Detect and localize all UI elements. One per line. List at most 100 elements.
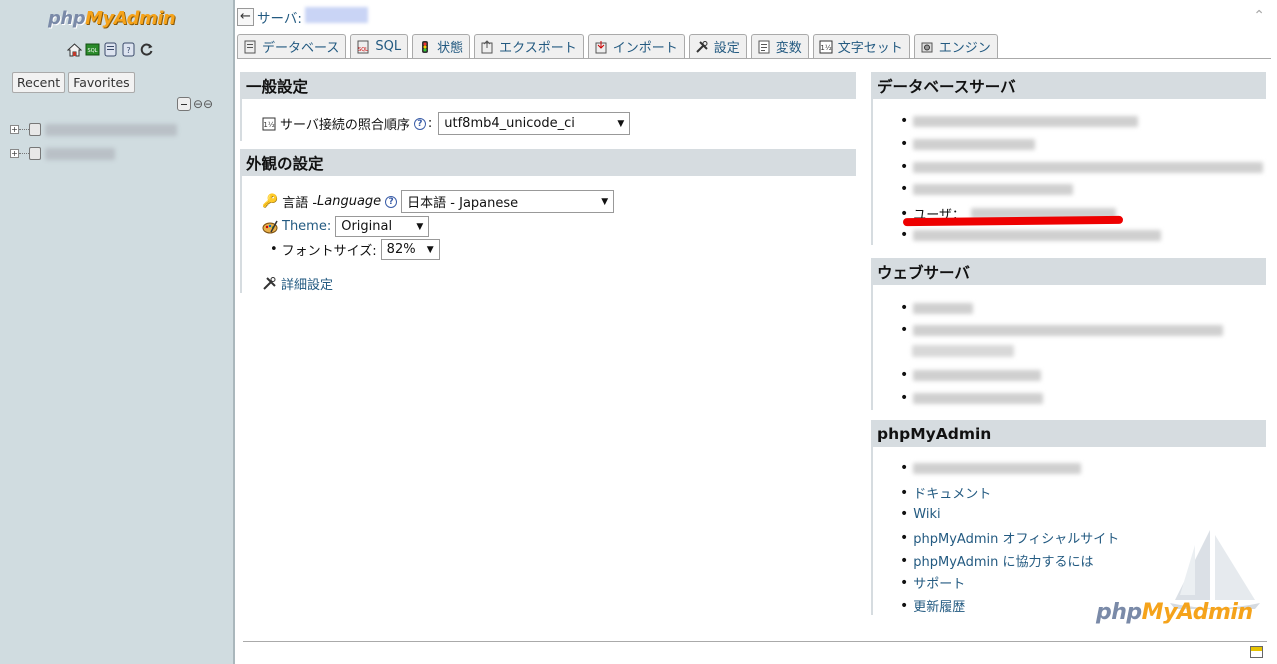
theme-row: Theme: Original ▼	[262, 216, 430, 237]
tree-item[interactable]: +	[10, 123, 177, 136]
list-item: ドキュメント	[900, 483, 991, 502]
database-icon	[29, 147, 41, 160]
server-name-redacted[interactable]	[305, 7, 368, 23]
changelog-link[interactable]: 更新履歴	[913, 596, 965, 615]
phpmyadmin-logo[interactable]: phpMyAdmin	[48, 8, 176, 29]
console-toggle-icon[interactable]	[1250, 646, 1263, 658]
phpmyadmin-footer-logo: phpMyAdmin	[1096, 600, 1253, 625]
fontsize-select[interactable]: 82% ▼	[380, 239, 440, 260]
more-settings-link[interactable]: 詳細設定	[281, 274, 333, 293]
fontsize-label: フォントサイズ:	[281, 244, 377, 259]
settings-icon	[695, 40, 709, 54]
reload-icon[interactable]	[139, 42, 154, 57]
list-item	[900, 460, 1082, 476]
tab-databases[interactable]: データベース	[237, 34, 347, 58]
dropdown-arrow-icon: ▼	[416, 221, 424, 232]
contribute-link[interactable]: phpMyAdmin に協力するには	[913, 551, 1093, 570]
tab-charsets[interactable]: 1½ 文字セット	[812, 34, 910, 58]
database-icon	[243, 40, 257, 54]
collation-select[interactable]: utf8mb4_unicode_ci ▼	[438, 112, 631, 135]
help-icon[interactable]: ?	[121, 42, 136, 57]
charset-icon: 1½	[262, 117, 276, 131]
list-item	[900, 322, 1224, 338]
database-name-redacted	[45, 123, 177, 136]
database-server-title: データベースサーバ	[871, 72, 1266, 99]
help-icon[interactable]: ?	[413, 117, 426, 130]
list-item: サポート	[900, 573, 965, 592]
list-item-continued	[912, 345, 1014, 361]
nav-icon-bar: SQL ?	[67, 42, 154, 57]
phpmyadmin-info-title: phpMyAdmin	[871, 420, 1266, 447]
svg-text:?: ?	[126, 46, 130, 55]
charset-icon: 1½	[819, 40, 833, 54]
expand-icon[interactable]: +	[10, 125, 19, 134]
list-item	[900, 300, 974, 316]
palette-icon	[262, 220, 278, 234]
documentation-link[interactable]: ドキュメント	[913, 483, 991, 502]
list-item: phpMyAdmin に協力するには	[900, 551, 1093, 570]
expand-icon[interactable]: +	[10, 149, 19, 158]
help-icon[interactable]: ?	[385, 195, 398, 208]
tab-engines[interactable]: エンジン	[913, 34, 998, 58]
tab-status[interactable]: 状態	[412, 34, 471, 58]
theme-select[interactable]: Original ▼	[335, 216, 430, 237]
official-site-link[interactable]: phpMyAdmin オフィシャルサイト	[913, 528, 1119, 547]
list-item: Wiki	[900, 506, 940, 522]
status-icon	[418, 40, 432, 54]
fontsize-row: • フォントサイズ: 82% ▼	[270, 239, 440, 260]
language-label: 言語 -	[282, 196, 318, 211]
svg-text:1½: 1½	[820, 44, 831, 52]
tree-item[interactable]: +	[10, 147, 115, 160]
tab-import[interactable]: インポート	[587, 34, 685, 58]
list-item	[900, 181, 1074, 197]
more-settings-row: 詳細設定	[262, 274, 333, 293]
appearance-settings-title: 外観の設定	[240, 149, 856, 176]
collation-row: 1½ サーバ接続の照合順序 ? : utf8mb4_unicode_ci ▼	[262, 112, 631, 135]
variables-icon	[757, 40, 771, 54]
tab-sql[interactable]: SQL SQL	[350, 34, 409, 58]
settings-icon	[262, 276, 277, 291]
red-highlight-mark	[902, 215, 1124, 227]
wiki-link[interactable]: Wiki	[913, 507, 940, 522]
dropdown-arrow-icon: ▼	[426, 244, 434, 255]
list-item: phpMyAdmin オフィシャルサイト	[900, 528, 1119, 547]
list-item: 更新履歴	[900, 596, 965, 615]
theme-link[interactable]: Theme:	[282, 219, 331, 234]
link-with-main-icon[interactable]: ⊖⊖	[193, 97, 213, 111]
breadcrumb-server[interactable]: サーバ:	[257, 7, 302, 27]
web-server-title: ウェブサーバ	[871, 258, 1266, 285]
sql-icon: SQL	[356, 40, 370, 54]
collapse-all-icon[interactable]	[177, 97, 191, 111]
database-icon	[29, 123, 41, 136]
collation-label: サーバ接続の照合順序	[280, 118, 410, 133]
tab-settings[interactable]: 設定	[688, 34, 747, 58]
dropdown-arrow-icon: ▼	[601, 196, 609, 207]
nav-tabs: Recent Favorites	[12, 72, 135, 93]
language-select[interactable]: 日本語 - Japanese ▼	[401, 190, 615, 213]
support-link[interactable]: サポート	[913, 573, 965, 592]
tab-favorites[interactable]: Favorites	[68, 72, 135, 93]
dropdown-arrow-icon: ▼	[617, 118, 625, 129]
list-item	[900, 136, 1036, 152]
database-name-redacted	[45, 147, 115, 160]
svg-text:1½: 1½	[263, 121, 274, 129]
import-icon	[594, 40, 608, 54]
list-item	[900, 159, 1264, 175]
main-tabs: データベース SQL SQL 状態 エクスポート インポート 設定 変数 1½ …	[237, 34, 998, 58]
list-item	[900, 390, 1044, 406]
tab-variables[interactable]: 変数	[750, 34, 809, 58]
sql-query-icon[interactable]: SQL	[85, 42, 100, 57]
engine-icon	[920, 40, 934, 54]
home-icon[interactable]	[67, 42, 82, 57]
list-item	[900, 367, 1042, 383]
general-settings-title: 一般設定	[240, 72, 856, 99]
tab-export[interactable]: エクスポート	[474, 34, 584, 58]
back-button[interactable]: ←	[237, 8, 254, 26]
language-row: 🔑 言語 - Language ? 日本語 - Japanese ▼	[262, 190, 615, 213]
language-icon: 🔑	[262, 194, 279, 209]
docs-icon[interactable]	[103, 42, 118, 57]
tab-recent[interactable]: Recent	[12, 72, 66, 93]
nav-tree-controls: ⊖⊖	[177, 97, 213, 111]
collapse-header-icon[interactable]: ⌃	[1253, 8, 1265, 24]
navigation-panel: phpMyAdmin SQL ? Recent Favorites ⊖⊖ + +	[0, 0, 235, 664]
